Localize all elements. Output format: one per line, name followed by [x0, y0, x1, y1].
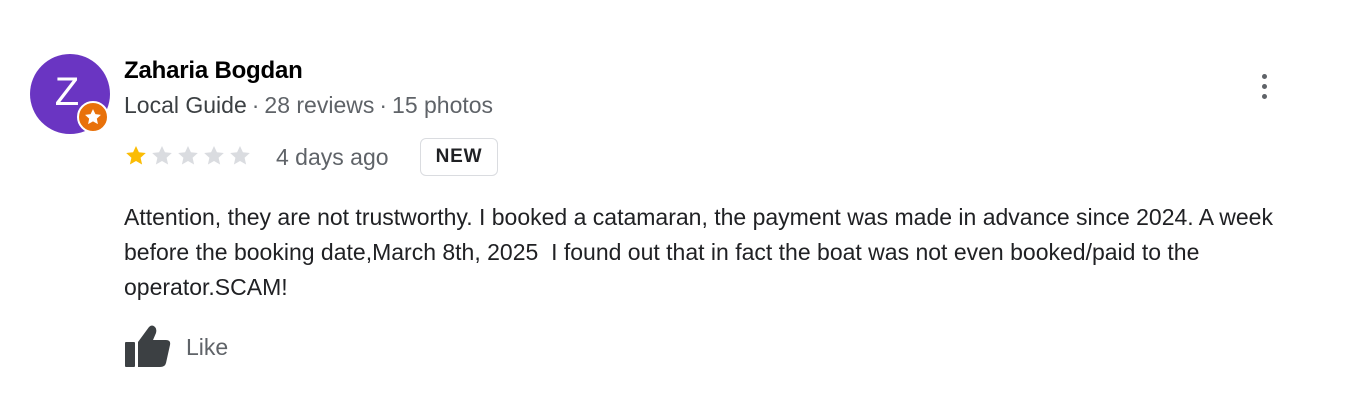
review-date: 4 days ago	[276, 144, 389, 170]
like-button[interactable]: Like	[122, 324, 228, 370]
meta-separator: ·	[379, 92, 388, 118]
star-empty-icon	[230, 146, 250, 165]
review-card: Z Zaharia Bogdan Local Guide · 28 reviews ·…	[0, 0, 1356, 406]
star-empty-icon	[204, 146, 224, 165]
photos-count: 15 photos	[392, 92, 494, 118]
local-guide-star-icon	[77, 101, 109, 133]
star-rating	[124, 144, 252, 168]
author-name[interactable]: Zaharia Bogdan	[124, 57, 303, 85]
meta-separator: ·	[251, 92, 260, 118]
more-vert-icon-dot	[1261, 83, 1267, 89]
star-empty-icon	[178, 146, 198, 165]
new-badge: NEW	[420, 138, 498, 176]
more-vert-icon-dot	[1261, 73, 1267, 79]
thumbs-up-icon	[125, 325, 171, 367]
star-filled-icon	[126, 146, 146, 165]
review-text: Attention, they are not trustworthy. I b…	[124, 204, 1280, 300]
star-empty-icon	[152, 146, 172, 165]
like-label: Like	[186, 333, 229, 360]
avatar-initial: Z	[54, 70, 80, 114]
local-guide-label: Local Guide	[124, 92, 247, 118]
author-meta: Local Guide · 28 reviews · 15 photos	[124, 92, 493, 119]
more-options-button[interactable]	[1250, 68, 1278, 104]
reviews-count: 28 reviews	[264, 92, 375, 118]
more-vert-icon-dot	[1261, 93, 1267, 99]
